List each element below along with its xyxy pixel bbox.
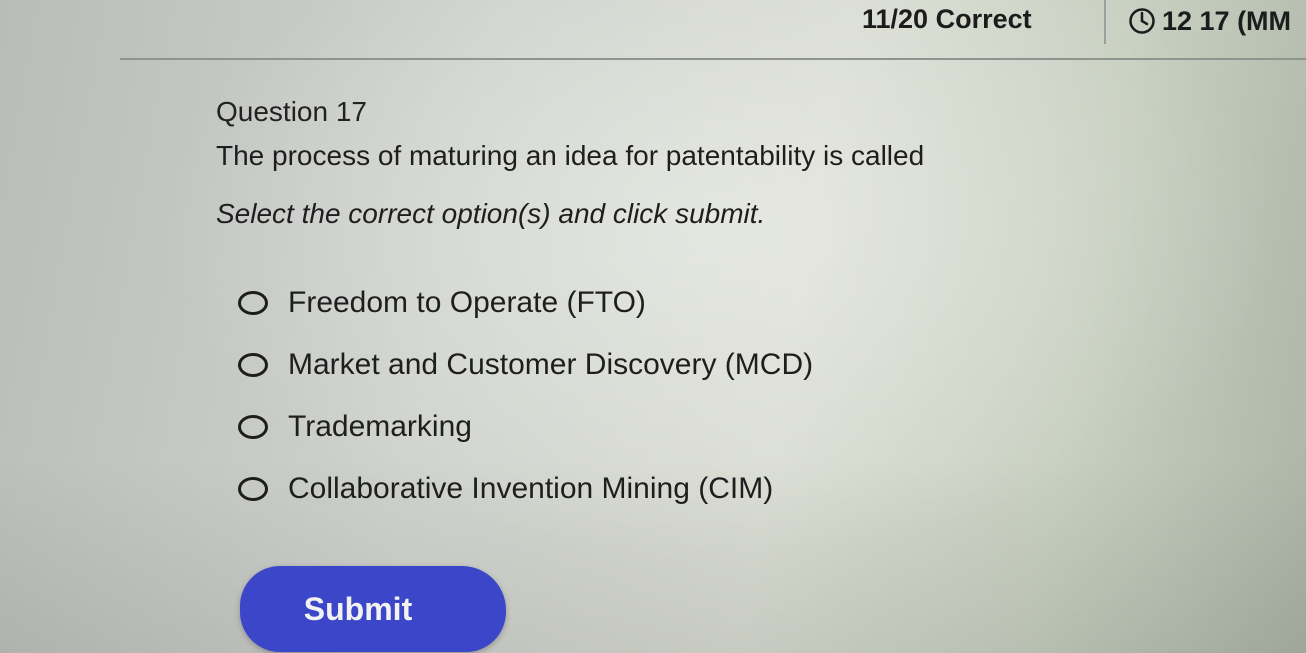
timer: 12 17 (MM xyxy=(1128,4,1291,38)
radio-button[interactable] xyxy=(238,291,268,315)
option-fto[interactable]: Freedom to Operate (FTO) xyxy=(238,272,938,334)
question-text: The process of maturing an idea for pate… xyxy=(216,140,925,171)
clock-icon xyxy=(1128,7,1156,35)
option-label: Freedom to Operate (FTO) xyxy=(288,286,646,319)
option-cim[interactable]: Collaborative Invention Mining (CIM) xyxy=(238,458,938,520)
option-label: Market and Customer Discovery (MCD) xyxy=(288,348,814,381)
radio-button[interactable] xyxy=(238,353,268,377)
option-label: Trademarking xyxy=(288,410,472,443)
option-mcd[interactable]: Market and Customer Discovery (MCD) xyxy=(238,334,938,396)
radio-button[interactable] xyxy=(238,415,268,439)
question-instruction: Select the correct option(s) and click s… xyxy=(216,198,766,229)
option-label: Collaborative Invention Mining (CIM) xyxy=(288,472,774,505)
timer-value: 12 17 (MM xyxy=(1162,5,1292,36)
option-trademarking[interactable]: Trademarking xyxy=(238,396,938,458)
submit-button[interactable]: Submit xyxy=(240,566,506,652)
header-bar: 11/20 Correct 12 17 (MM xyxy=(0,0,1306,58)
question-title: Question 17 xyxy=(216,96,367,127)
radio-button[interactable] xyxy=(238,477,268,501)
header-divider xyxy=(120,58,1306,60)
header-separator xyxy=(1104,0,1106,44)
score-status: 11/20 Correct xyxy=(862,4,1032,34)
answer-options: Freedom to Operate (FTO) Market and Cust… xyxy=(238,272,938,520)
